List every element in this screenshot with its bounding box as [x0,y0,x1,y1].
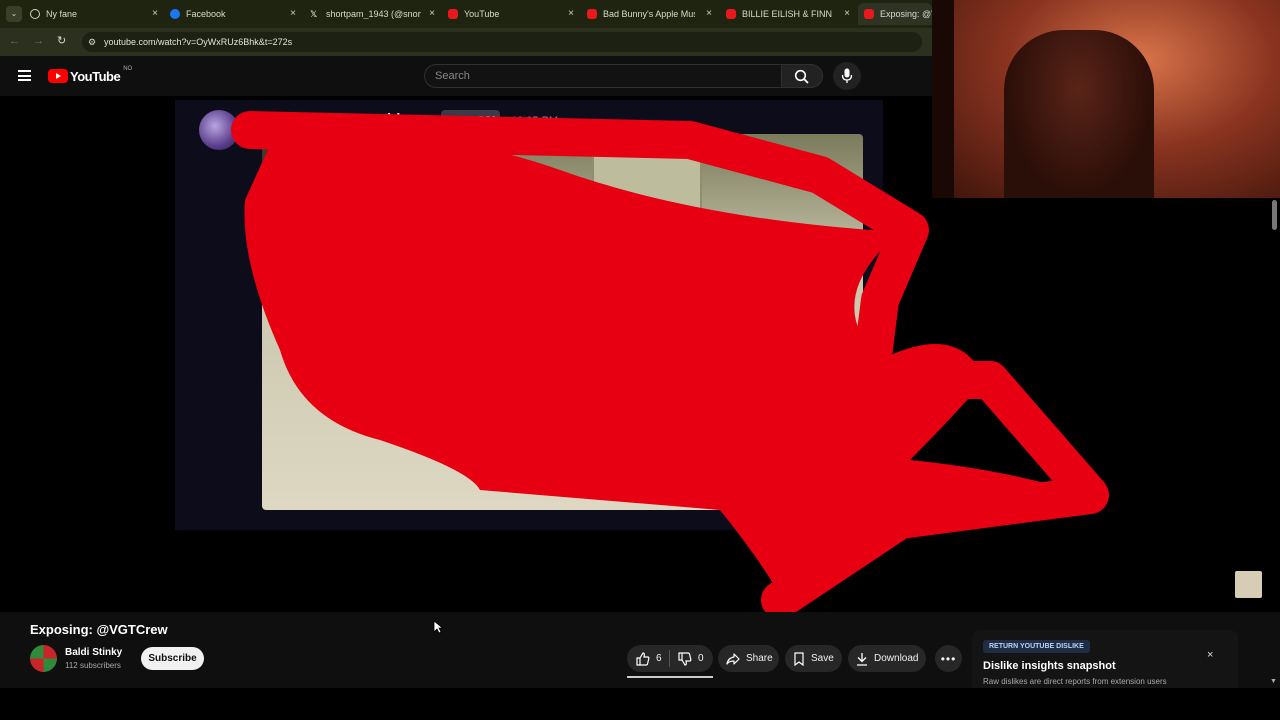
like-dislike-group: 6 0 [627,645,713,672]
download-button[interactable]: Download [848,645,926,672]
subscriber-count: 112 subscribers [65,661,121,670]
like-count: 6 [656,653,662,664]
more-actions-button[interactable]: ••• [935,645,962,672]
bookmark-icon [794,651,804,666]
miniplayer-avatar[interactable] [1235,571,1262,598]
like-ratio-bar [627,676,713,678]
thumbs-up-icon [636,651,650,666]
channel-name[interactable]: Baldi Stinky [65,647,122,658]
share-button[interactable]: Share [718,645,779,672]
extension-badge: RETURN YOUTUBE DISLIKE [983,640,1090,653]
scroll-down-icon[interactable]: ▼ [1270,678,1277,685]
channel-avatar[interactable] [30,645,57,672]
thumbs-down-icon [678,651,692,666]
share-icon [726,652,740,665]
card-title: Dislike insights snapshot [983,660,1116,672]
scrollbar-thumb[interactable] [1272,200,1277,230]
subscribe-label: Subscribe [148,653,197,664]
dislike-insights-card: RETURN YOUTUBE DISLIKE Dislike insights … [972,630,1238,688]
mouse-cursor [433,620,443,634]
video-title: Exposing: @VGTCrew [30,622,168,637]
streamer-silhouette [1004,30,1154,198]
download-icon [857,652,867,666]
webcam-overlay [932,0,1280,198]
share-label: Share [746,653,773,664]
dislike-button[interactable]: 0 [670,651,704,666]
download-label: Download [874,653,919,664]
close-icon[interactable]: × [1207,649,1213,661]
more-icon: ••• [940,651,957,666]
save-button[interactable]: Save [785,645,842,672]
save-label: Save [811,653,834,664]
extension-badge-label: RETURN YOUTUBE DISLIKE [989,643,1084,650]
card-subtitle: Raw dislikes are direct reports from ext… [983,677,1167,686]
subscribe-button[interactable]: Subscribe [141,647,204,670]
dislike-count: 0 [698,653,704,664]
like-button[interactable]: 6 [627,651,669,666]
